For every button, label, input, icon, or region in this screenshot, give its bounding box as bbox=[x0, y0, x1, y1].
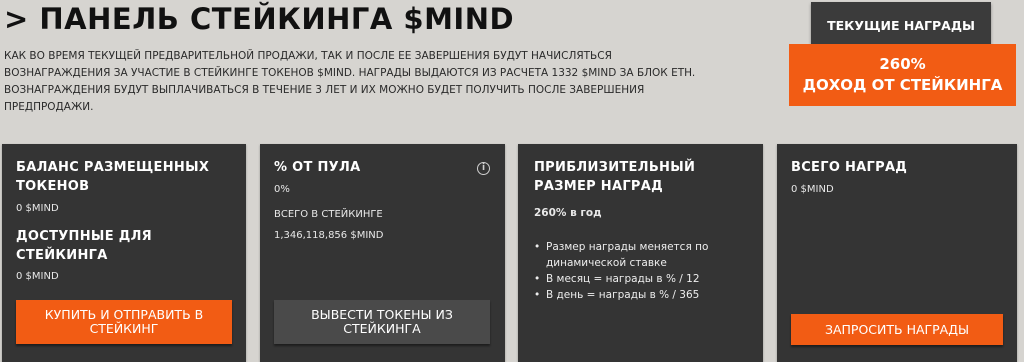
yield-label: ДОХОД ОТ СТЕЙКИНГА bbox=[802, 76, 1003, 94]
pool-percent-heading: % ОТ ПУЛА bbox=[274, 160, 361, 175]
buy-and-stake-button[interactable]: КУПИТЬ И ОТПРАВИТЬ В СТЕЙКИНГ bbox=[16, 300, 232, 344]
pool-card: % ОТ ПУЛА i 0% ВСЕГО В СТЕЙКИНГЕ 1,346,1… bbox=[260, 144, 505, 362]
available-heading: ДОСТУПНЫЕ ДЛЯ СТЕЙКИНГА bbox=[16, 229, 152, 263]
balance-card: БАЛАНС РАЗМЕЩЕННЫХ ТОКЕНОВ 0 $MIND ДОСТУ… bbox=[2, 144, 246, 362]
rewards-note: В месяц = награды в % / 12 bbox=[534, 271, 754, 287]
rewards-note: В день = награды в % / 365 bbox=[534, 287, 754, 303]
staked-balance-heading: БАЛАНС РАЗМЕЩЕННЫХ ТОКЕНОВ bbox=[16, 160, 210, 194]
page-description: КАК ВО ВРЕМЯ ТЕКУЩЕЙ ПРЕДВАРИТЕЛЬНОЙ ПРО… bbox=[4, 50, 696, 113]
total-rewards-card: ВСЕГО НАГРАД 0 $MIND ЗАПРОСИТЬ НАГРАДЫ bbox=[777, 144, 1017, 362]
pool-percent-value: 0% bbox=[274, 184, 290, 195]
total-rewards-heading: ВСЕГО НАГРАД bbox=[791, 160, 908, 175]
estimated-rate: 260% в год bbox=[534, 207, 602, 219]
total-staked-label: ВСЕГО В СТЕЙКИНГЕ bbox=[274, 209, 383, 220]
rewards-note: Размер награды меняется по динамической … bbox=[534, 239, 754, 271]
page-title: > ПАНЕЛЬ СТЕЙКИНГА $MIND bbox=[4, 2, 515, 36]
yield-percent: 260% bbox=[879, 55, 926, 73]
rewards-notes-list: Размер награды меняется по динамической … bbox=[534, 239, 754, 303]
staked-balance-value: 0 $MIND bbox=[16, 203, 59, 214]
total-rewards-value: 0 $MIND bbox=[791, 184, 834, 195]
total-staked-value: 1,346,118,856 $MIND bbox=[274, 230, 384, 241]
info-icon[interactable]: i bbox=[477, 162, 490, 175]
available-value: 0 $MIND bbox=[16, 271, 59, 282]
current-rewards-tab[interactable]: ТЕКУЩИЕ НАГРАДЫ bbox=[811, 2, 991, 48]
staking-yield-box: 260% ДОХОД ОТ СТЕЙКИНГА bbox=[789, 44, 1016, 106]
withdraw-tokens-button[interactable]: ВЫВЕСТИ ТОКЕНЫ ИЗ СТЕЙКИНГА bbox=[274, 300, 490, 344]
estimated-rewards-heading: ПРИБЛИЗИТЕЛЬНЫЙ РАЗМЕР НАГРАД bbox=[534, 160, 696, 194]
claim-rewards-button[interactable]: ЗАПРОСИТЬ НАГРАДЫ bbox=[791, 314, 1003, 345]
estimated-rewards-card: ПРИБЛИЗИТЕЛЬНЫЙ РАЗМЕР НАГРАД 260% в год… bbox=[518, 144, 763, 362]
